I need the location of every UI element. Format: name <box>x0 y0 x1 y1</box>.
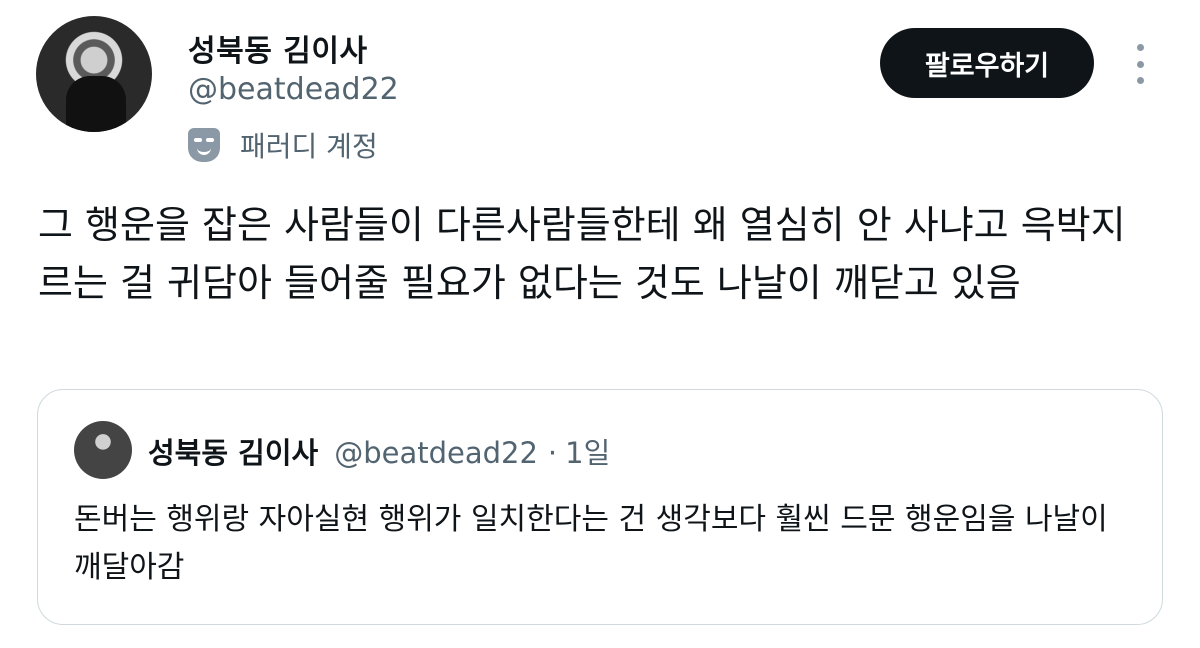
quoted-author-avatar[interactable] <box>74 421 132 479</box>
quoted-author-name[interactable]: 성북동 김이사 <box>148 430 318 472</box>
tweet-text: 그 행운을 잡은 사람들이 다른사람들한테 왜 열심히 안 사냐고 윽박지르는 … <box>38 203 1126 305</box>
author-handle[interactable]: @beatdead22 <box>188 72 399 107</box>
quoted-author-handle[interactable]: @beatdead22 <box>334 436 538 470</box>
quoted-tweet-header: 성북동 김이사 @beatdead22 · 1일 <box>148 430 610 472</box>
quoted-timestamp[interactable]: 1일 <box>565 430 610 472</box>
quoted-separator: · <box>547 436 558 470</box>
quoted-tweet-card[interactable]: 성북동 김이사 @beatdead22 · 1일 돈버는 행위랑 자아실현 행위… <box>37 389 1163 625</box>
quoted-tweet-text: 돈버는 행위랑 자아실현 행위가 일치한다는 건 생각보다 훨씬 드문 행운임을… <box>74 502 1108 585</box>
more-vertical-icon[interactable] <box>1128 44 1152 84</box>
parody-label: 패러디 계정 <box>240 130 378 163</box>
author-avatar[interactable] <box>36 16 152 132</box>
theater-mask-icon <box>188 128 220 162</box>
author-display-name[interactable]: 성북동 김이사 <box>188 26 368 70</box>
follow-button[interactable]: 팔로우하기 <box>880 28 1094 98</box>
parody-account-badge: 패러디 계정 <box>188 125 378 165</box>
